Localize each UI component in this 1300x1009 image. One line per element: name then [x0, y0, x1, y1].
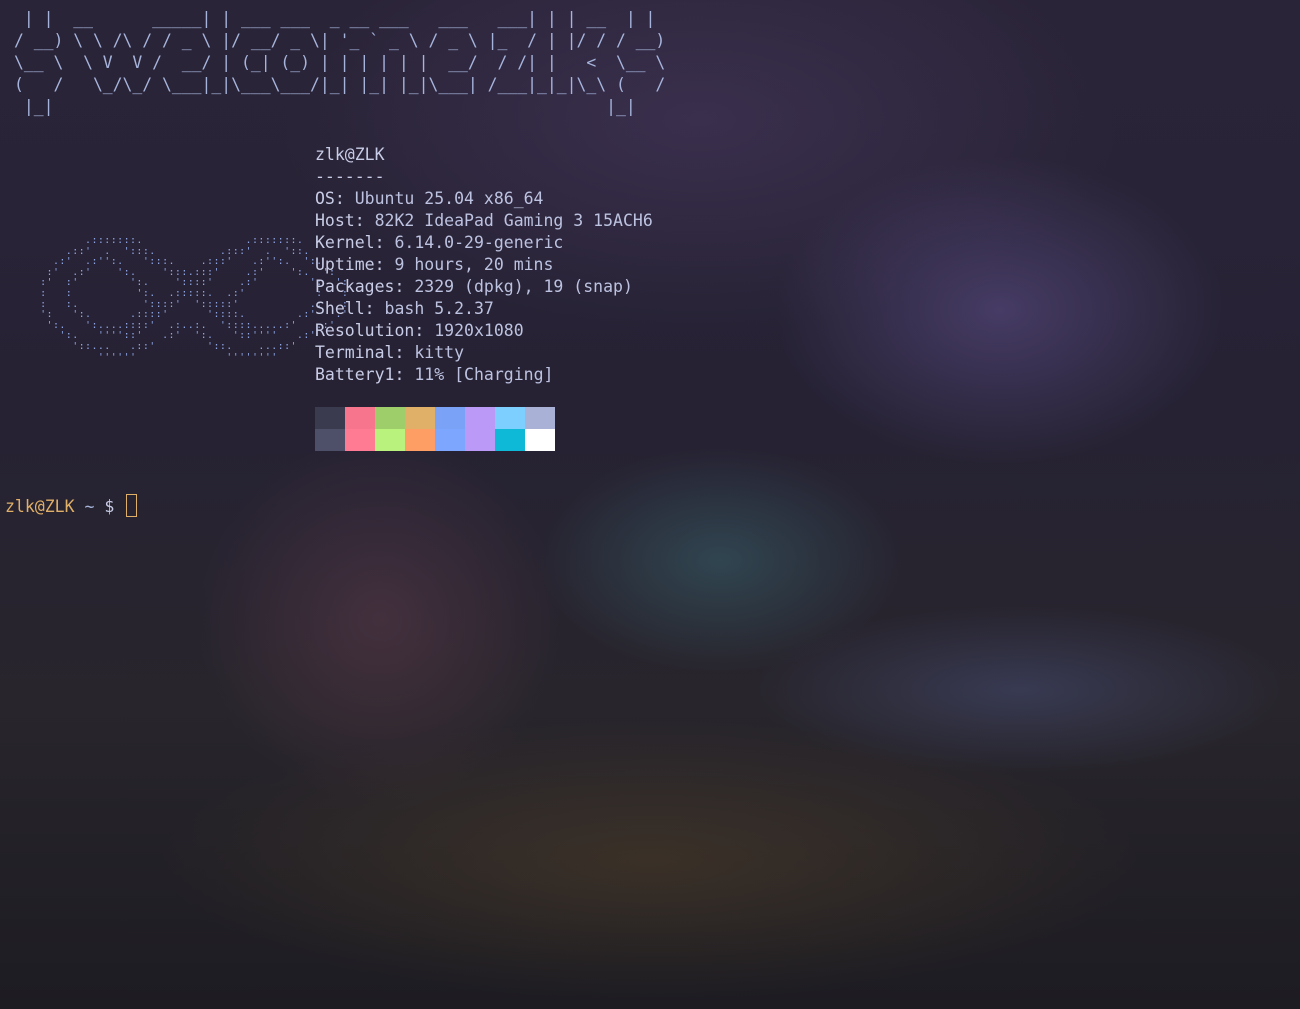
palette-swatch-normal-7	[525, 407, 555, 429]
palette-swatch-bright-0	[315, 429, 345, 451]
info-packages: Packages: 2329 (dpkg), 19 (snap)	[315, 277, 633, 296]
palette-swatch-normal-6	[495, 407, 525, 429]
info-battery: Battery1: 11% [Charging]	[315, 365, 554, 384]
info-host: Host: 82K2 IdeaPad Gaming 3 15ACH6	[315, 211, 653, 230]
prompt-symbol: $	[94, 497, 115, 516]
palette-swatch-bright-2	[375, 429, 405, 451]
info-kernel: Kernel: 6.14.0-29-generic	[315, 233, 564, 252]
text-cursor[interactable]	[126, 494, 138, 517]
palette-swatch-bright-5	[465, 429, 495, 451]
palette-swatch-normal-5	[465, 407, 495, 429]
palette-swatch-normal-0	[315, 407, 345, 429]
palette-swatch-bright-7	[525, 429, 555, 451]
info-title: zlk@ZLK	[315, 145, 385, 164]
palette-swatch-bright-3	[405, 429, 435, 451]
info-shell: Shell: bash 5.2.37	[315, 299, 494, 318]
neofetch-info: zlk@ZLK ------- OS: Ubuntu 25.04 x86_64 …	[315, 144, 653, 386]
palette-swatch-normal-4	[435, 407, 465, 429]
info-terminal: Terminal: kitty	[315, 343, 465, 362]
shell-prompt[interactable]: zlk@ZLK ~ $	[5, 494, 138, 519]
palette-swatch-normal-1	[345, 407, 375, 429]
color-palette	[315, 407, 555, 451]
prompt-user-host: zlk@ZLK	[5, 497, 75, 516]
palette-swatch-normal-3	[405, 407, 435, 429]
terminal-window[interactable]: | | __ _____| | ___ ___ _ __ ___ ___ ___…	[0, 0, 1300, 1009]
palette-swatch-bright-6	[495, 429, 525, 451]
palette-swatch-normal-2	[375, 407, 405, 429]
info-uptime: Uptime: 9 hours, 20 mins	[315, 255, 554, 274]
info-separator: -------	[315, 167, 385, 186]
info-resolution: Resolution: 1920x1080	[315, 321, 524, 340]
prompt-directory: ~	[74, 497, 95, 516]
ascii-distro-logo: .:::::::. .:::::::. .::' . ':::. .:::' .…	[40, 235, 349, 363]
ascii-welcome-banner: | | __ _____| | ___ ___ _ __ ___ ___ ___…	[14, 9, 666, 116]
palette-swatch-bright-1	[345, 429, 375, 451]
info-os: OS: Ubuntu 25.04 x86_64	[315, 189, 544, 208]
palette-swatch-bright-4	[435, 429, 465, 451]
